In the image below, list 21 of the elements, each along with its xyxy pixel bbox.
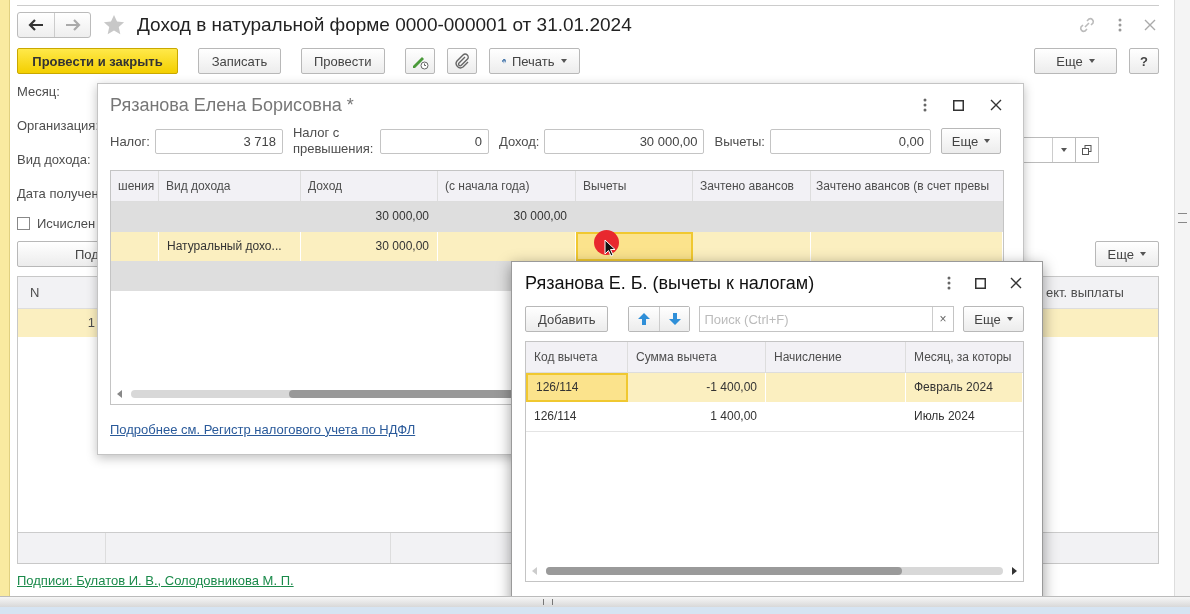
field-label: Месяц: bbox=[17, 83, 60, 99]
table-cell-text: 30 000,00 bbox=[512, 208, 568, 225]
field-label: Вид дохода: bbox=[17, 151, 91, 167]
table-cell: Июль 2024 bbox=[906, 402, 1023, 431]
field-label: Налог с превышения: bbox=[292, 125, 375, 157]
field-label: Дата получен bbox=[17, 185, 99, 201]
table-cell-text: 30 000,00 bbox=[374, 208, 430, 225]
table-cell: 126/114 bbox=[526, 402, 628, 431]
field-label: Доход: bbox=[498, 133, 540, 149]
field-label: Вычеты: bbox=[714, 133, 765, 149]
field-label: Налог: bbox=[110, 133, 150, 149]
field-label: Организация: bbox=[17, 117, 100, 133]
dialog-title: Рязанова Елена Борисовна * bbox=[110, 94, 354, 116]
row-number: 1 bbox=[86, 314, 96, 332]
table-cell: 1 400,00 bbox=[628, 402, 766, 431]
table-cell: Февраль 2024 bbox=[906, 373, 1023, 402]
dialog-title: Рязанова Е. Б. (вычеты к налогам) bbox=[525, 272, 815, 294]
window-title: Доход в натуральной форме 0000-000001 от 31.01.2024 bbox=[137, 14, 632, 36]
current-cell: 126/114 bbox=[526, 373, 628, 402]
checkbox-label: Исчислен bbox=[37, 216, 96, 231]
table-cell: -1 400,00 bbox=[628, 373, 766, 402]
